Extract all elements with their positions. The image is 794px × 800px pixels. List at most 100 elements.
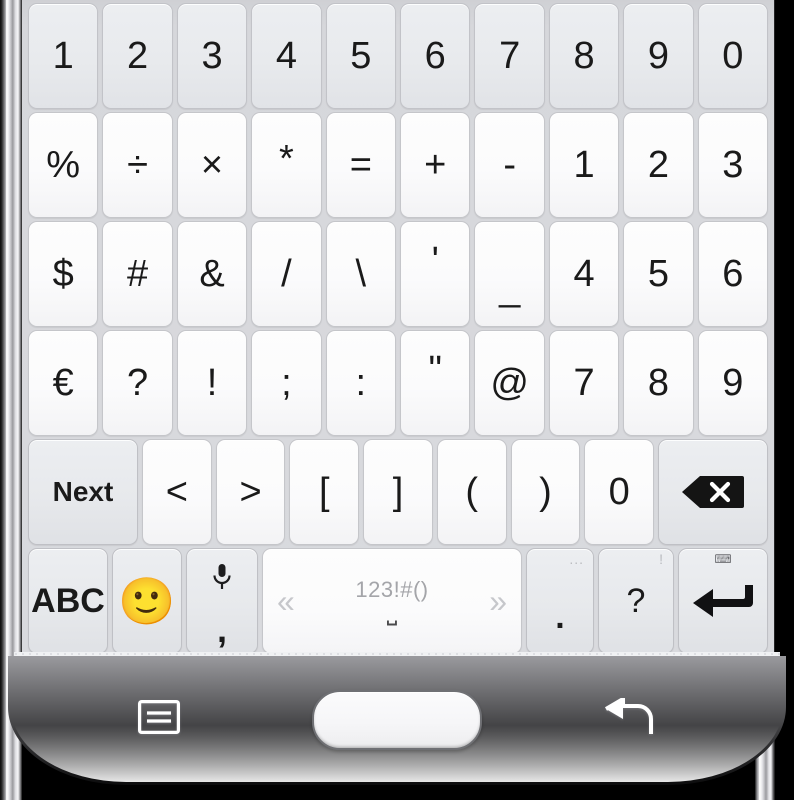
key-6-alt[interactable]: 6	[697, 221, 769, 327]
key-7[interactable]: 7	[474, 3, 545, 109]
key-label: -	[503, 144, 516, 186]
key-colon[interactable]: :	[325, 330, 397, 436]
key-label: ;	[281, 362, 292, 404]
key-label: 5	[647, 253, 670, 295]
chevron-right-icon[interactable]: »	[489, 585, 507, 617]
key-label: 3	[722, 144, 744, 186]
key-5[interactable]: 5	[325, 3, 397, 109]
keyboard-row-numbers: 1 2 3 4 5 6 7 8 9 0	[26, 3, 770, 109]
key-percent[interactable]: %	[28, 112, 99, 218]
backspace-icon	[682, 474, 745, 510]
key-greater-than[interactable]: >	[215, 439, 286, 545]
key-apostrophe[interactable]: '	[400, 221, 471, 327]
key-equals[interactable]: =	[325, 112, 397, 218]
smiley-face-icon: 🙂	[118, 575, 176, 627]
key-label: !	[206, 362, 218, 404]
key-label: )	[539, 471, 552, 513]
key-euro[interactable]: €	[28, 330, 99, 436]
phone-device: 1 2 3 4 5 6 7 8 9 0 % ÷ × * = + - 1 2 3 …	[0, 0, 794, 800]
key-label: 7	[573, 362, 595, 404]
key-exclamation[interactable]: !	[176, 330, 248, 436]
key-7-alt[interactable]: 7	[548, 330, 620, 436]
key-9-alt[interactable]: 9	[697, 330, 769, 436]
key-abc[interactable]: ABC	[28, 548, 108, 654]
chevron-left-icon[interactable]: «	[277, 585, 295, 617]
key-label: 4	[275, 35, 297, 77]
key-emoji[interactable]: 🙂	[112, 548, 182, 654]
key-ampersand[interactable]: &	[176, 221, 248, 327]
key-label: €	[52, 362, 74, 404]
space-glyph-icon: ⎵	[386, 595, 398, 626]
key-bracket-close[interactable]: ]	[363, 439, 433, 545]
key-1[interactable]: 1	[28, 3, 99, 109]
key-label: ?	[626, 582, 646, 620]
key-9[interactable]: 9	[623, 3, 694, 109]
key-0[interactable]: 0	[697, 3, 769, 109]
key-3[interactable]: 3	[176, 3, 248, 109]
key-5-alt[interactable]: 5	[623, 221, 694, 327]
key-label: 1	[52, 35, 74, 77]
enter-arrow-icon	[691, 581, 755, 621]
key-label: .	[555, 598, 565, 636]
key-2-alt[interactable]: 2	[623, 112, 694, 218]
key-less-than[interactable]: <	[142, 439, 212, 545]
key-2[interactable]: 2	[102, 3, 173, 109]
phone-screen: 1 2 3 4 5 6 7 8 9 0 % ÷ × * = + - 1 2 3 …	[22, 0, 774, 658]
key-backspace[interactable]	[658, 439, 769, 545]
key-label: "	[428, 349, 442, 391]
key-semicolon[interactable]: ;	[251, 330, 322, 436]
symbols-keyboard: 1 2 3 4 5 6 7 8 9 0 % ÷ × * = + - 1 2 3 …	[22, 0, 774, 658]
key-paren-close[interactable]: )	[510, 439, 581, 545]
microphone-icon	[211, 563, 233, 591]
key-question-bottom[interactable]: ! ?	[598, 548, 674, 654]
key-period[interactable]: ... .	[526, 548, 594, 654]
key-divide[interactable]: ÷	[102, 112, 173, 218]
key-dollar[interactable]: $	[28, 221, 99, 327]
key-spacebar[interactable]: « 123!#() ⎵ »	[262, 548, 522, 654]
key-label: *	[279, 138, 294, 180]
key-label: 5	[350, 35, 372, 77]
key-label: :	[355, 362, 367, 404]
key-label: 8	[573, 35, 595, 77]
key-multiply[interactable]: ×	[176, 112, 248, 218]
key-label: 2	[647, 144, 670, 186]
key-label: 8	[647, 362, 670, 404]
key-0-alt[interactable]: 0	[584, 439, 655, 545]
key-question[interactable]: ?	[102, 330, 173, 436]
key-quote[interactable]: "	[400, 330, 471, 436]
key-8[interactable]: 8	[548, 3, 620, 109]
key-asterisk[interactable]: *	[251, 112, 322, 218]
key-label: _	[499, 267, 521, 309]
key-3-alt[interactable]: 3	[697, 112, 769, 218]
key-label: 6	[722, 253, 744, 295]
key-label: $	[52, 253, 74, 295]
key-mic-comma[interactable]: ,	[186, 548, 258, 654]
key-slash[interactable]: /	[251, 221, 322, 327]
keyboard-row-symbols-1: $ # & / \ ' _ 4 5 6	[26, 221, 770, 327]
key-1-alt[interactable]: 1	[548, 112, 620, 218]
key-label: >	[239, 471, 262, 513]
nav-menu-button[interactable]	[138, 700, 180, 739]
key-hash[interactable]: #	[102, 221, 173, 327]
nav-home-button[interactable]	[312, 690, 482, 750]
key-backslash[interactable]: \	[325, 221, 397, 327]
key-underscore[interactable]: _	[474, 221, 545, 327]
key-label: =	[349, 144, 372, 186]
key-label: Next	[52, 476, 114, 507]
nav-back-button[interactable]	[604, 695, 654, 741]
key-paren-open[interactable]: (	[436, 439, 507, 545]
key-4[interactable]: 4	[251, 3, 322, 109]
key-minus[interactable]: -	[474, 112, 545, 218]
key-bracket-open[interactable]: [	[289, 439, 360, 545]
key-plus[interactable]: +	[400, 112, 471, 218]
key-8-alt[interactable]: 8	[623, 330, 694, 436]
key-enter[interactable]: ⌨	[678, 548, 768, 654]
key-4-alt[interactable]: 4	[548, 221, 620, 327]
key-next[interactable]: Next	[28, 439, 138, 545]
key-label: '	[431, 240, 439, 282]
key-6[interactable]: 6	[400, 3, 471, 109]
key-label: 3	[201, 35, 223, 77]
key-at[interactable]: @	[474, 330, 545, 436]
key-label: 4	[573, 253, 595, 295]
key-label: 1	[573, 144, 595, 186]
